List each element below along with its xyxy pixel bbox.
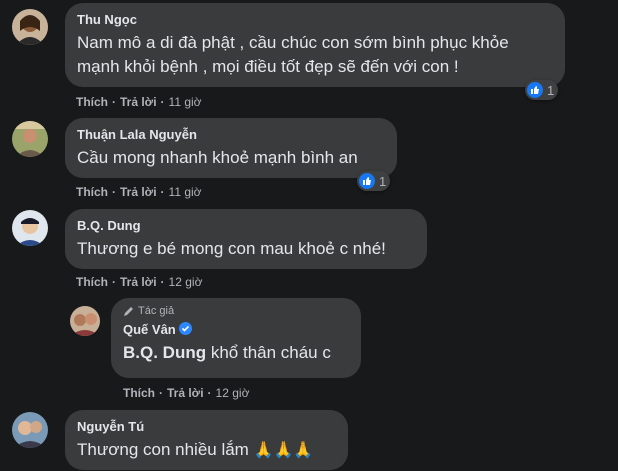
like-button[interactable]: Thích bbox=[76, 95, 108, 109]
avatar[interactable] bbox=[12, 9, 48, 45]
comment-bubble: Thu Ngọc Nam mô a di đà phật , cầu chúc … bbox=[65, 3, 565, 87]
pencil-icon bbox=[124, 306, 133, 316]
comment-text-line: mạnh khỏi bệnh , mọi điều tốt đẹp sẽ đến… bbox=[77, 57, 459, 76]
avatar[interactable] bbox=[70, 306, 100, 336]
comment-actions: Thích · Trả lời · 11 giờ bbox=[76, 185, 202, 199]
reply-bubble: Tác giả Quế Vân B.Q. Dung khổ thân cháu … bbox=[111, 298, 361, 378]
comment-actions: Thích · Trả lời · 11 giờ bbox=[76, 95, 202, 109]
reply-text: B.Q. Dung khổ thân cháu c bbox=[123, 341, 349, 365]
comment-text: Thương e bé mong con mau khoẻ c nhé! bbox=[77, 239, 386, 258]
comment-text: Cầu mong nhanh khoẻ mạnh bình an bbox=[77, 148, 358, 167]
comment-text: Thương con nhiều lắm 🙏🙏🙏 bbox=[77, 438, 336, 463]
author-tag-label: Tác giả bbox=[138, 305, 175, 317]
comment-author[interactable]: Thuận Lala Nguyễn bbox=[77, 126, 385, 143]
timestamp[interactable]: 12 giờ bbox=[169, 275, 203, 289]
avatar-photo-icon bbox=[12, 210, 48, 246]
comment-author[interactable]: Thu Ngọc bbox=[77, 11, 553, 28]
avatar-photo-icon bbox=[12, 121, 48, 157]
comment-text-line: Nam mô a di đà phật , cầu chúc con sớm b… bbox=[77, 33, 509, 52]
reply-text-body: khổ thân cháu c bbox=[206, 343, 331, 362]
reply-button[interactable]: Trả lời bbox=[120, 185, 157, 199]
comment-author[interactable]: Nguyễn Tú bbox=[77, 418, 336, 435]
like-button[interactable]: Thích bbox=[76, 185, 108, 199]
like-button[interactable]: Thích bbox=[123, 386, 155, 400]
comment-actions: Thích · Trả lời · 12 giờ bbox=[76, 275, 203, 289]
like-icon bbox=[359, 173, 375, 189]
mention-link[interactable]: B.Q. Dung bbox=[123, 343, 206, 362]
reaction-count-value: 1 bbox=[379, 173, 387, 189]
reply-button[interactable]: Trả lời bbox=[120, 95, 157, 109]
avatar[interactable] bbox=[12, 210, 48, 246]
reaction-count[interactable]: 1 bbox=[525, 80, 559, 100]
reaction-count-value: 1 bbox=[547, 82, 555, 98]
praying-hands-emoji: 🙏🙏🙏 bbox=[253, 442, 314, 459]
reaction-count[interactable]: 1 bbox=[357, 171, 391, 191]
like-button[interactable]: Thích bbox=[76, 275, 108, 289]
timestamp[interactable]: 11 giờ bbox=[169, 185, 202, 199]
avatar[interactable] bbox=[12, 121, 48, 157]
timestamp[interactable]: 11 giờ bbox=[169, 95, 202, 109]
comment-text: Nam mô a di đà phật , cầu chúc con sớm b… bbox=[77, 31, 553, 79]
timestamp[interactable]: 12 giờ bbox=[216, 386, 250, 400]
avatar-photo-icon bbox=[12, 412, 48, 448]
reply-author-name[interactable]: Quế Vân bbox=[123, 322, 176, 337]
comment-bubble: Thuận Lala Nguyễn Cầu mong nhanh khoẻ mạ… bbox=[65, 118, 397, 178]
reply-button[interactable]: Trả lời bbox=[167, 386, 204, 400]
avatar[interactable] bbox=[12, 412, 48, 448]
comment-bubble: B.Q. Dung Thương e bé mong con mau khoẻ … bbox=[65, 209, 427, 269]
verified-badge-icon bbox=[178, 322, 192, 335]
reply-button[interactable]: Trả lời bbox=[120, 275, 157, 289]
like-icon bbox=[527, 82, 543, 98]
comment-author[interactable]: B.Q. Dung bbox=[77, 217, 415, 234]
reply-author[interactable]: Quế Vân bbox=[123, 321, 349, 338]
reply-actions: Thích · Trả lời · 12 giờ bbox=[123, 386, 250, 400]
comment-text-body: Thương con nhiều lắm bbox=[77, 440, 249, 459]
avatar-photo-icon bbox=[12, 9, 48, 45]
author-tag: Tác giả bbox=[123, 304, 349, 318]
comment-bubble: Nguyễn Tú Thương con nhiều lắm 🙏🙏🙏 bbox=[65, 410, 348, 470]
avatar-photo-icon bbox=[70, 306, 100, 336]
